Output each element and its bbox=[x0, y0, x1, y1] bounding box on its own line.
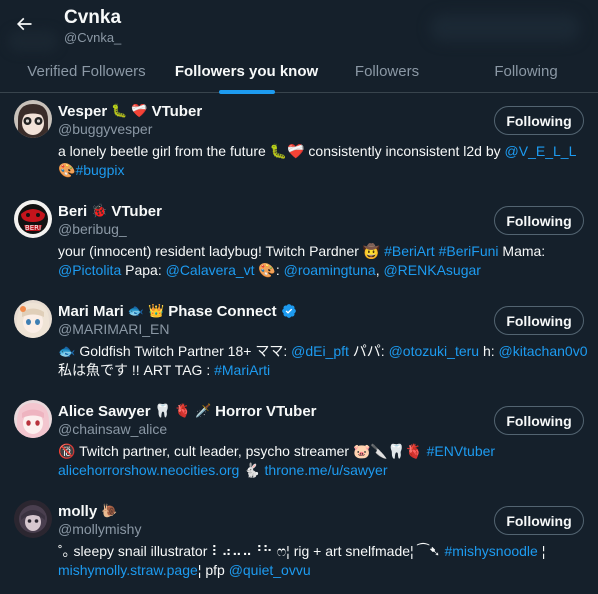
tab-verified-followers[interactable]: Verified Followers bbox=[0, 53, 173, 93]
bio-link[interactable]: #ENVtuber bbox=[427, 443, 495, 459]
user-display-name: molly bbox=[58, 502, 98, 520]
bio-link[interactable]: alicehorrorshow.neocities.org bbox=[58, 462, 239, 478]
user-display-name: Beri bbox=[58, 202, 88, 220]
user-handle: @mollymishy bbox=[58, 521, 142, 537]
user-bio: your (innocent) resident ladybug! Twitch… bbox=[58, 242, 588, 280]
user-name-suffix: Phase Connect bbox=[168, 302, 277, 320]
tab-label: Followers you know bbox=[174, 63, 319, 80]
bio-link[interactable]: @otozuki_teru bbox=[389, 343, 479, 359]
following-button[interactable]: Following bbox=[494, 106, 584, 135]
tab-followers[interactable]: Followers bbox=[320, 53, 454, 93]
bio-link[interactable]: mishymolly.straw.page bbox=[58, 562, 198, 578]
bio-text: your (innocent) resident ladybug! Twitch… bbox=[58, 243, 385, 259]
user-name-suffix: VTuber bbox=[111, 202, 162, 220]
following-button[interactable]: Following bbox=[494, 506, 584, 535]
user-cell[interactable]: molly 🐌 @mollymishy Following ˚｡ sleepy … bbox=[0, 494, 598, 594]
bio-text: 🐇 bbox=[239, 462, 265, 478]
user-name-line: Vesper 🐛 ❤️‍🩹 VTuber bbox=[58, 101, 202, 121]
ladybug-emoji: 🐞 bbox=[91, 203, 108, 218]
user-display-name: Alice Sawyer bbox=[58, 402, 151, 420]
anatomical-heart-emoji: 🫀 bbox=[174, 403, 191, 418]
user-handle: @MARIMARI_EN bbox=[58, 321, 170, 337]
bio-text: a lonely beetle girl from the future 🐛❤️… bbox=[58, 143, 505, 159]
tab-bar: Verified Followers Followers you know Fo… bbox=[0, 53, 598, 94]
user-name-line: Beri 🐞 VTuber bbox=[58, 201, 162, 221]
tab-followers-you-know[interactable]: Followers you know bbox=[173, 53, 320, 94]
bio-link[interactable]: @Calavera_vt bbox=[166, 262, 255, 278]
bio-link[interactable]: @RENKAsugar bbox=[383, 262, 480, 278]
bio-link[interactable]: @Pictolita bbox=[58, 262, 121, 278]
bio-link[interactable]: #bugpix bbox=[75, 162, 124, 178]
bio-text: Papa: bbox=[121, 262, 166, 278]
bio-link[interactable]: #BeriArt bbox=[384, 243, 435, 259]
avatar[interactable] bbox=[14, 400, 52, 438]
user-bio: 🐟 Goldfish Twitch Partner 18+ ママ: @dEi_p… bbox=[58, 342, 588, 380]
user-cell[interactable]: Mari Mari 🐟 👑 Phase Connect @MARIMARI_EN … bbox=[0, 294, 598, 394]
user-handle: @chainsaw_alice bbox=[58, 421, 168, 437]
verified-badge-icon bbox=[281, 303, 297, 319]
bio-link[interactable]: #BeriFuni bbox=[439, 243, 499, 259]
tab-label: Following bbox=[494, 63, 558, 80]
header-blur bbox=[430, 14, 580, 42]
bio-text: ¦ bbox=[537, 543, 546, 559]
crown-emoji: 👑 bbox=[148, 303, 165, 318]
page-handle: @Cvnka_ bbox=[64, 30, 122, 45]
user-name-suffix: VTuber bbox=[151, 102, 203, 120]
bio-link[interactable]: @roamingtuna bbox=[284, 262, 376, 278]
user-display-name: Vesper bbox=[58, 102, 108, 120]
user-handle: @buggyvesper bbox=[58, 121, 153, 137]
arrow-left-icon bbox=[16, 17, 32, 31]
avatar[interactable] bbox=[14, 500, 52, 538]
bio-text: 🐟 Goldfish Twitch Partner 18+ ママ: bbox=[58, 343, 292, 359]
tab-label: Followers bbox=[354, 63, 420, 80]
bio-text: Mama: bbox=[498, 243, 546, 259]
user-display-name: Mari Mari bbox=[58, 302, 124, 320]
bio-link[interactable]: #MariArti bbox=[214, 362, 270, 378]
user-cell[interactable]: Alice Sawyer 🦷 🫀 🗡️ Horror VTuber @chainsa… bbox=[0, 394, 598, 494]
heart-emoji: ❤️‍🩹 bbox=[131, 103, 148, 118]
bio-text: 🎨: bbox=[254, 262, 284, 278]
user-name-line: Mari Mari 🐟 👑 Phase Connect bbox=[58, 301, 297, 321]
bio-link[interactable]: @quiet_ovvu bbox=[229, 562, 311, 578]
user-bio: a lonely beetle girl from the future 🐛❤️… bbox=[58, 142, 588, 180]
user-cell[interactable]: BERI Beri 🐞 VTuber @beribug_ Following y… bbox=[0, 194, 598, 294]
avatar[interactable] bbox=[14, 300, 52, 338]
bio-link[interactable]: @dEi_pft bbox=[291, 343, 349, 359]
bio-text: ¦ pfp bbox=[197, 562, 229, 578]
avatar[interactable] bbox=[14, 100, 52, 138]
bio-text: 🎨 bbox=[58, 162, 76, 178]
bio-link[interactable]: @V_E_L_L bbox=[505, 143, 576, 159]
following-button[interactable]: Following bbox=[494, 206, 584, 235]
knife-emoji: 🗡️ bbox=[194, 403, 212, 418]
tooth-emoji: 🦷 bbox=[154, 403, 171, 418]
bio-text: 🔞 Twitch partner, cult leader, psycho st… bbox=[58, 443, 427, 459]
bio-text: ˚｡ sleepy snail illustrator ⠇⠴⠤⠤⠘⠓ ෆ¦ ri… bbox=[58, 543, 445, 559]
tab-label: Verified Followers bbox=[27, 63, 146, 80]
user-name-line: Alice Sawyer 🦷 🫀 🗡️ Horror VTuber bbox=[58, 401, 317, 421]
profile-header: Cvnka @Cvnka_ bbox=[0, 0, 598, 53]
bio-text: h: bbox=[479, 343, 499, 359]
user-name-line: molly 🐌 bbox=[58, 501, 117, 521]
user-name-suffix: Horror VTuber bbox=[215, 402, 317, 420]
user-cell[interactable]: Vesper 🐛 ❤️‍🩹 VTuber @buggyvesper Followi… bbox=[0, 94, 598, 194]
tab-following[interactable]: Following bbox=[454, 53, 598, 93]
page-title: Cvnka bbox=[64, 7, 122, 28]
snail-emoji: 🐌 bbox=[101, 503, 118, 518]
bio-link[interactable]: @kitachan0v0 bbox=[499, 343, 588, 359]
back-button[interactable] bbox=[6, 6, 42, 42]
svg-text:BERI: BERI bbox=[25, 224, 41, 232]
avatar[interactable]: BERI bbox=[14, 200, 52, 238]
bio-text: 私は魚です !! ART TAG : bbox=[58, 362, 215, 378]
user-bio: ˚｡ sleepy snail illustrator ⠇⠴⠤⠤⠘⠓ ෆ¦ ri… bbox=[58, 542, 588, 580]
following-button[interactable]: Following bbox=[494, 406, 584, 435]
caterpillar-emoji: 🐛 bbox=[111, 103, 128, 118]
following-button[interactable]: Following bbox=[494, 306, 584, 335]
user-list: Vesper 🐛 ❤️‍🩹 VTuber @buggyvesper Followi… bbox=[0, 94, 598, 594]
user-handle: @beribug_ bbox=[58, 221, 127, 237]
fish-emoji: 🐟 bbox=[127, 303, 145, 318]
user-bio: 🔞 Twitch partner, cult leader, psycho st… bbox=[58, 442, 588, 480]
bio-link[interactable]: throne.me/u/sawyer bbox=[265, 462, 388, 478]
bio-text: パパ: bbox=[348, 343, 389, 359]
bio-link[interactable]: #mishysnoodle bbox=[444, 543, 537, 559]
